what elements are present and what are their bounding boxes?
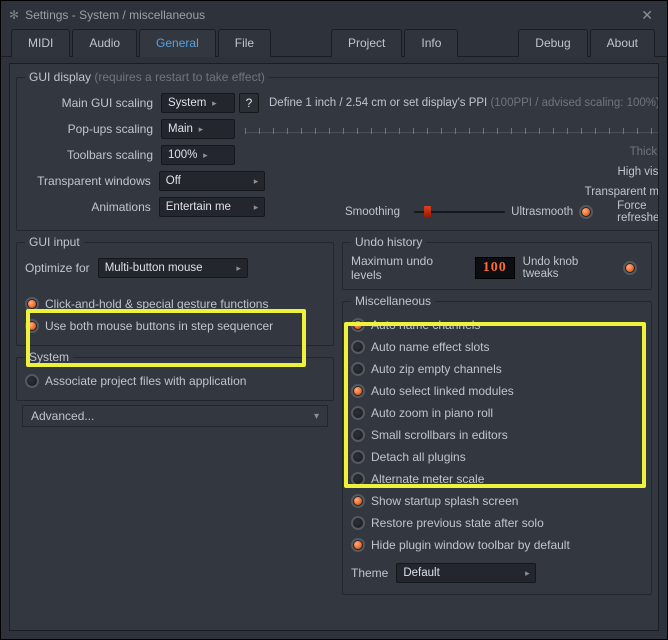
option-auto-zip-empty[interactable]: Auto zip empty channels [351,358,643,380]
content-panel: GUI display (requires a restart to take … [9,63,659,631]
option-click-and-hold[interactable]: Click-and-hold & special gesture functio… [25,293,325,315]
option-auto-name-slots[interactable]: Auto name effect slots [351,336,643,358]
tab-midi[interactable]: MIDI [11,29,70,57]
tab-debug[interactable]: Debug [518,29,587,57]
group-title: GUI input [25,235,84,249]
settings-window: ✻ Settings - System / miscellaneous ✕ MI… [0,0,668,640]
gear-icon: ✻ [9,8,19,22]
dropdown-transparent-windows[interactable]: Off▸ [159,171,265,191]
dropdown-toolbars-scaling[interactable]: 100%▸ [161,145,235,165]
slider-smoothing[interactable] [414,205,505,219]
group-title: Miscellaneous [351,294,435,308]
group-title: System [25,350,73,364]
ppi-ruler[interactable] [245,122,659,136]
chevron-right-icon: ▸ [248,176,264,187]
dropdown-theme[interactable]: Default▸ [396,563,536,583]
close-icon[interactable]: ✕ [635,5,659,26]
option-splash[interactable]: Show startup splash screen [351,490,643,512]
dropdown-animations[interactable]: Entertain me▸ [159,197,265,217]
title-bar: ✻ Settings - System / miscellaneous ✕ [1,1,667,29]
group-gui-input: GUI input Optimize for Multi-button mous… [16,235,334,346]
tab-audio[interactable]: Audio [72,29,137,57]
tab-project[interactable]: Project [331,29,402,57]
chevron-right-icon: ▸ [248,202,264,213]
chevron-right-icon: ▸ [206,98,222,109]
advanced-expander[interactable]: Advanced... ▾ [22,405,328,427]
label-toolbars-scaling: Toolbars scaling [25,148,161,162]
group-gui-display: GUI display (requires a restart to take … [16,70,659,231]
group-undo-history: Undo history Maximum undo levels 100 Und… [342,235,652,290]
option-high-visibility[interactable]: High visibility [617,162,659,182]
option-transparent-menus[interactable]: Transparent menus [585,182,659,202]
label-main-scaling: Main GUI scaling [25,96,161,110]
chevron-right-icon: ▸ [231,263,247,274]
option-detach-plugins[interactable]: Detach all plugins [351,446,643,468]
label-smoothing: Smoothing [345,206,400,218]
label-theme: Theme [351,566,396,580]
option-both-mouse-buttons[interactable]: Use both mouse buttons in step sequencer [25,315,325,337]
tab-file[interactable]: File [218,29,271,57]
label-max-undo: Maximum undo levels [351,254,467,282]
ppi-description: Define 1 inch / 2.54 cm or set display's… [269,97,659,109]
option-restore-solo[interactable]: Restore previous state after solo [351,512,643,534]
dropdown-main-scaling[interactable]: System▸ [161,93,235,113]
tab-about[interactable]: About [590,29,655,57]
input-max-undo[interactable]: 100 [475,257,515,279]
label-popups-scaling: Pop-ups scaling [25,122,161,136]
group-system: System Associate project files with appl… [16,350,334,401]
tab-general[interactable]: General [139,29,216,57]
group-miscellaneous: Miscellaneous Auto name channels Auto na… [342,294,652,595]
dropdown-optimize-for[interactable]: Multi-button mouse▸ [98,258,248,278]
option-hide-plugin-toolbar[interactable]: Hide plugin window toolbar by default [351,534,643,556]
chevron-right-icon: ▸ [519,568,535,579]
option-small-scrollbars[interactable]: Small scrollbars in editors [351,424,643,446]
label-optimize-for: Optimize for [25,261,98,275]
chevron-right-icon: ▸ [193,124,209,135]
option-auto-select-linked[interactable]: Auto select linked modules [351,380,643,402]
label-animations: Animations [25,200,159,214]
option-undo-knob-tweaks[interactable]: Undo knob tweaks [523,258,643,278]
group-title: Undo history [351,235,426,249]
option-ultrasmooth[interactable]: Ultrasmooth [511,206,573,218]
label-transparent-windows: Transparent windows [25,174,159,188]
option-alt-meter[interactable]: Alternate meter scale [351,468,643,490]
option-force-refreshes[interactable]: Force refreshes [617,200,659,224]
dropdown-popups-scaling[interactable]: Main▸ [161,119,235,139]
group-title: GUI display (requires a restart to take … [25,70,269,84]
option-thick-lines[interactable]: Thick lines [630,142,659,162]
tab-info[interactable]: Info [404,29,458,57]
chevron-down-icon: ▾ [314,411,319,422]
option-associate-files[interactable]: Associate project files with application [25,370,325,392]
window-title: Settings - System / miscellaneous [25,8,205,22]
tab-bar: MIDI Audio General File Project Info Deb… [1,29,667,57]
option-auto-zoom-piano[interactable]: Auto zoom in piano roll [351,402,643,424]
option-auto-name-channels[interactable]: Auto name channels [351,314,643,336]
chevron-right-icon: ▸ [197,150,213,161]
help-button[interactable]: ? [239,93,259,113]
